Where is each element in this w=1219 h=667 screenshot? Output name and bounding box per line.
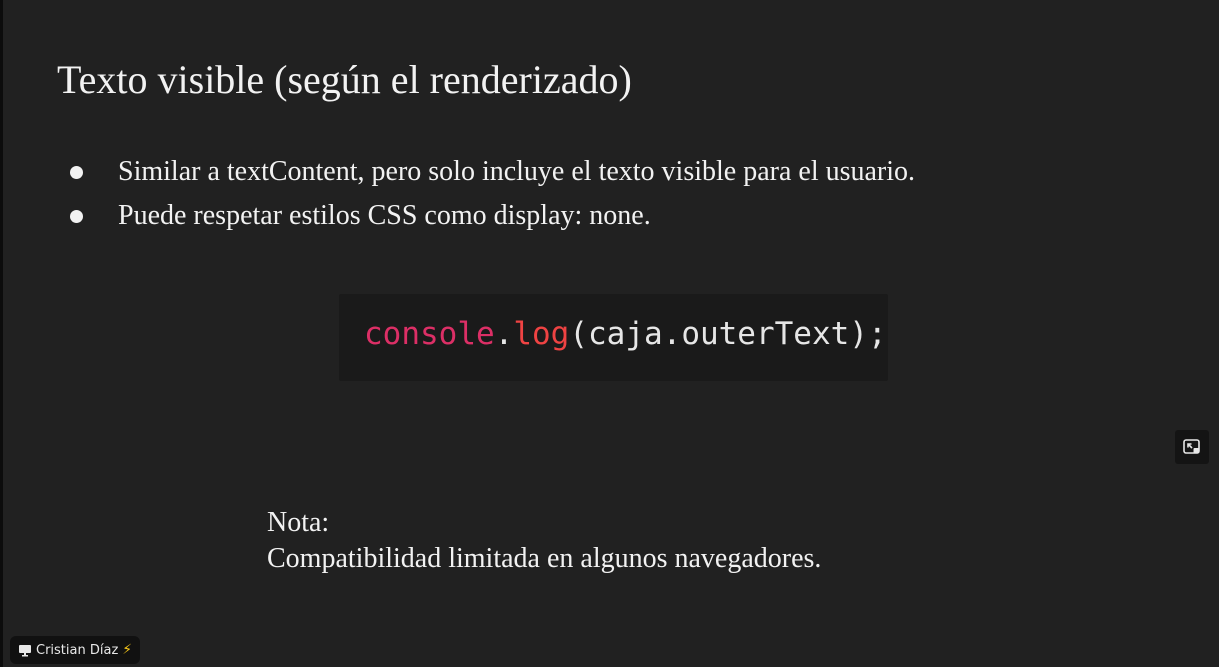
bullet-dot-icon	[70, 165, 83, 179]
bullet-text: Puede respetar estilos CSS como display:…	[118, 200, 651, 231]
note-heading: Nota:	[267, 507, 330, 538]
bullet-dot-icon	[70, 209, 83, 223]
screen-share-icon	[19, 644, 31, 656]
bullet-text: Similar a textContent, pero solo incluye…	[118, 156, 916, 187]
presenter-name: Cristian Díaz	[36, 642, 119, 658]
slide-title: Texto visible (según el renderizado)	[57, 57, 632, 102]
note-body: Compatibilidad limitada en algunos naveg…	[267, 543, 822, 574]
window-edge	[0, 0, 3, 667]
lightning-icon: ⚡	[122, 642, 133, 658]
code-object: console	[364, 316, 495, 352]
picture-in-picture-icon	[1183, 439, 1200, 454]
code-method: log	[513, 316, 570, 352]
list-item: Similar a textContent, pero solo incluye…	[70, 150, 915, 194]
code-open-paren: (	[569, 316, 588, 352]
code-snippet: console.log(caja.outerText);	[339, 294, 888, 381]
code-dot: .	[494, 316, 514, 352]
code-argument: caja.outerText	[588, 316, 850, 352]
code-line: console.log(caja.outerText);	[364, 316, 887, 352]
picture-in-picture-button[interactable]	[1175, 430, 1209, 464]
bullet-list: Similar a textContent, pero solo incluye…	[70, 150, 915, 238]
list-item: Puede respetar estilos CSS como display:…	[70, 194, 651, 238]
presenter-badge: Cristian Díaz ⚡	[10, 636, 141, 664]
code-close: );	[849, 316, 887, 352]
note: Nota: Compatibilidad limitada en algunos…	[267, 505, 821, 577]
